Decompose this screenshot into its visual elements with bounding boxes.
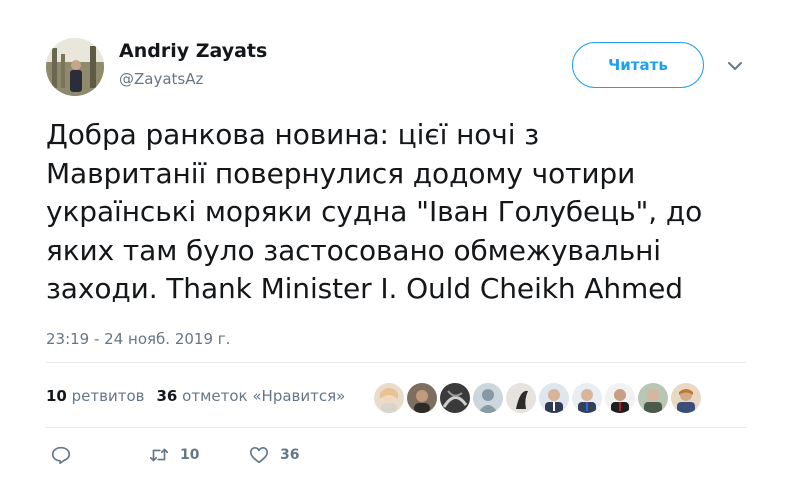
tweet-timestamp[interactable]: 23:19 - 24 нояб. 2019 г. bbox=[46, 330, 230, 348]
liker-avatar[interactable] bbox=[638, 383, 668, 413]
author-handle[interactable]: @ZayatsAz bbox=[119, 70, 203, 88]
tweet-stats: 10 ретвитов 36 отметок «Нравится» bbox=[46, 387, 345, 405]
reply-icon bbox=[51, 446, 71, 465]
divider bbox=[46, 362, 746, 363]
author-name[interactable]: Andriy Zayats bbox=[119, 40, 267, 62]
tweet-line: Добра ранкова новина: цієї ночі з bbox=[46, 118, 540, 151]
like-count: 36 bbox=[280, 447, 300, 463]
liker-avatar[interactable] bbox=[407, 383, 437, 413]
liker-avatar[interactable] bbox=[605, 383, 635, 413]
tweet-line: заходи. Thank Minister I. Ould Cheikh Ah… bbox=[46, 272, 683, 305]
follow-button-label: Читать bbox=[608, 56, 668, 74]
likes-stat[interactable]: 36 отметок «Нравится» bbox=[157, 387, 346, 405]
liker-avatar[interactable] bbox=[539, 383, 569, 413]
liker-avatar[interactable] bbox=[671, 383, 701, 413]
tweet-line: українські моряки судна "Іван Голубець",… bbox=[46, 195, 703, 228]
liker-avatar[interactable] bbox=[506, 383, 536, 413]
retweet-icon bbox=[149, 448, 169, 462]
retweet-count: 10 bbox=[180, 447, 200, 463]
chevron-down-icon[interactable] bbox=[724, 58, 746, 74]
liker-avatar[interactable] bbox=[440, 383, 470, 413]
liker-avatar[interactable] bbox=[572, 383, 602, 413]
likes-label: отметок «Нравится» bbox=[182, 387, 346, 405]
tweet-line: яких там було застосовано обмежувальні bbox=[46, 233, 661, 267]
reply-button[interactable] bbox=[50, 444, 72, 466]
liker-avatar[interactable] bbox=[473, 383, 503, 413]
liker-avatar[interactable] bbox=[374, 383, 404, 413]
retweets-label: ретвитов bbox=[71, 387, 145, 405]
retweets-stat[interactable]: 10 ретвитов bbox=[46, 387, 145, 405]
retweets-count: 10 bbox=[46, 387, 67, 405]
divider bbox=[46, 427, 746, 428]
heart-icon bbox=[249, 447, 269, 464]
avatar[interactable] bbox=[46, 38, 104, 96]
tweet-text: Добра ранкова новина: цієї ночі з Маврит… bbox=[46, 116, 766, 309]
likes-count: 36 bbox=[156, 387, 178, 405]
like-button[interactable]: 36 bbox=[248, 444, 299, 466]
tweet-line: Мавританії повернулися додому чотири bbox=[46, 156, 636, 190]
follow-button[interactable]: Читать bbox=[572, 42, 704, 88]
retweet-button[interactable]: 10 bbox=[148, 444, 199, 466]
